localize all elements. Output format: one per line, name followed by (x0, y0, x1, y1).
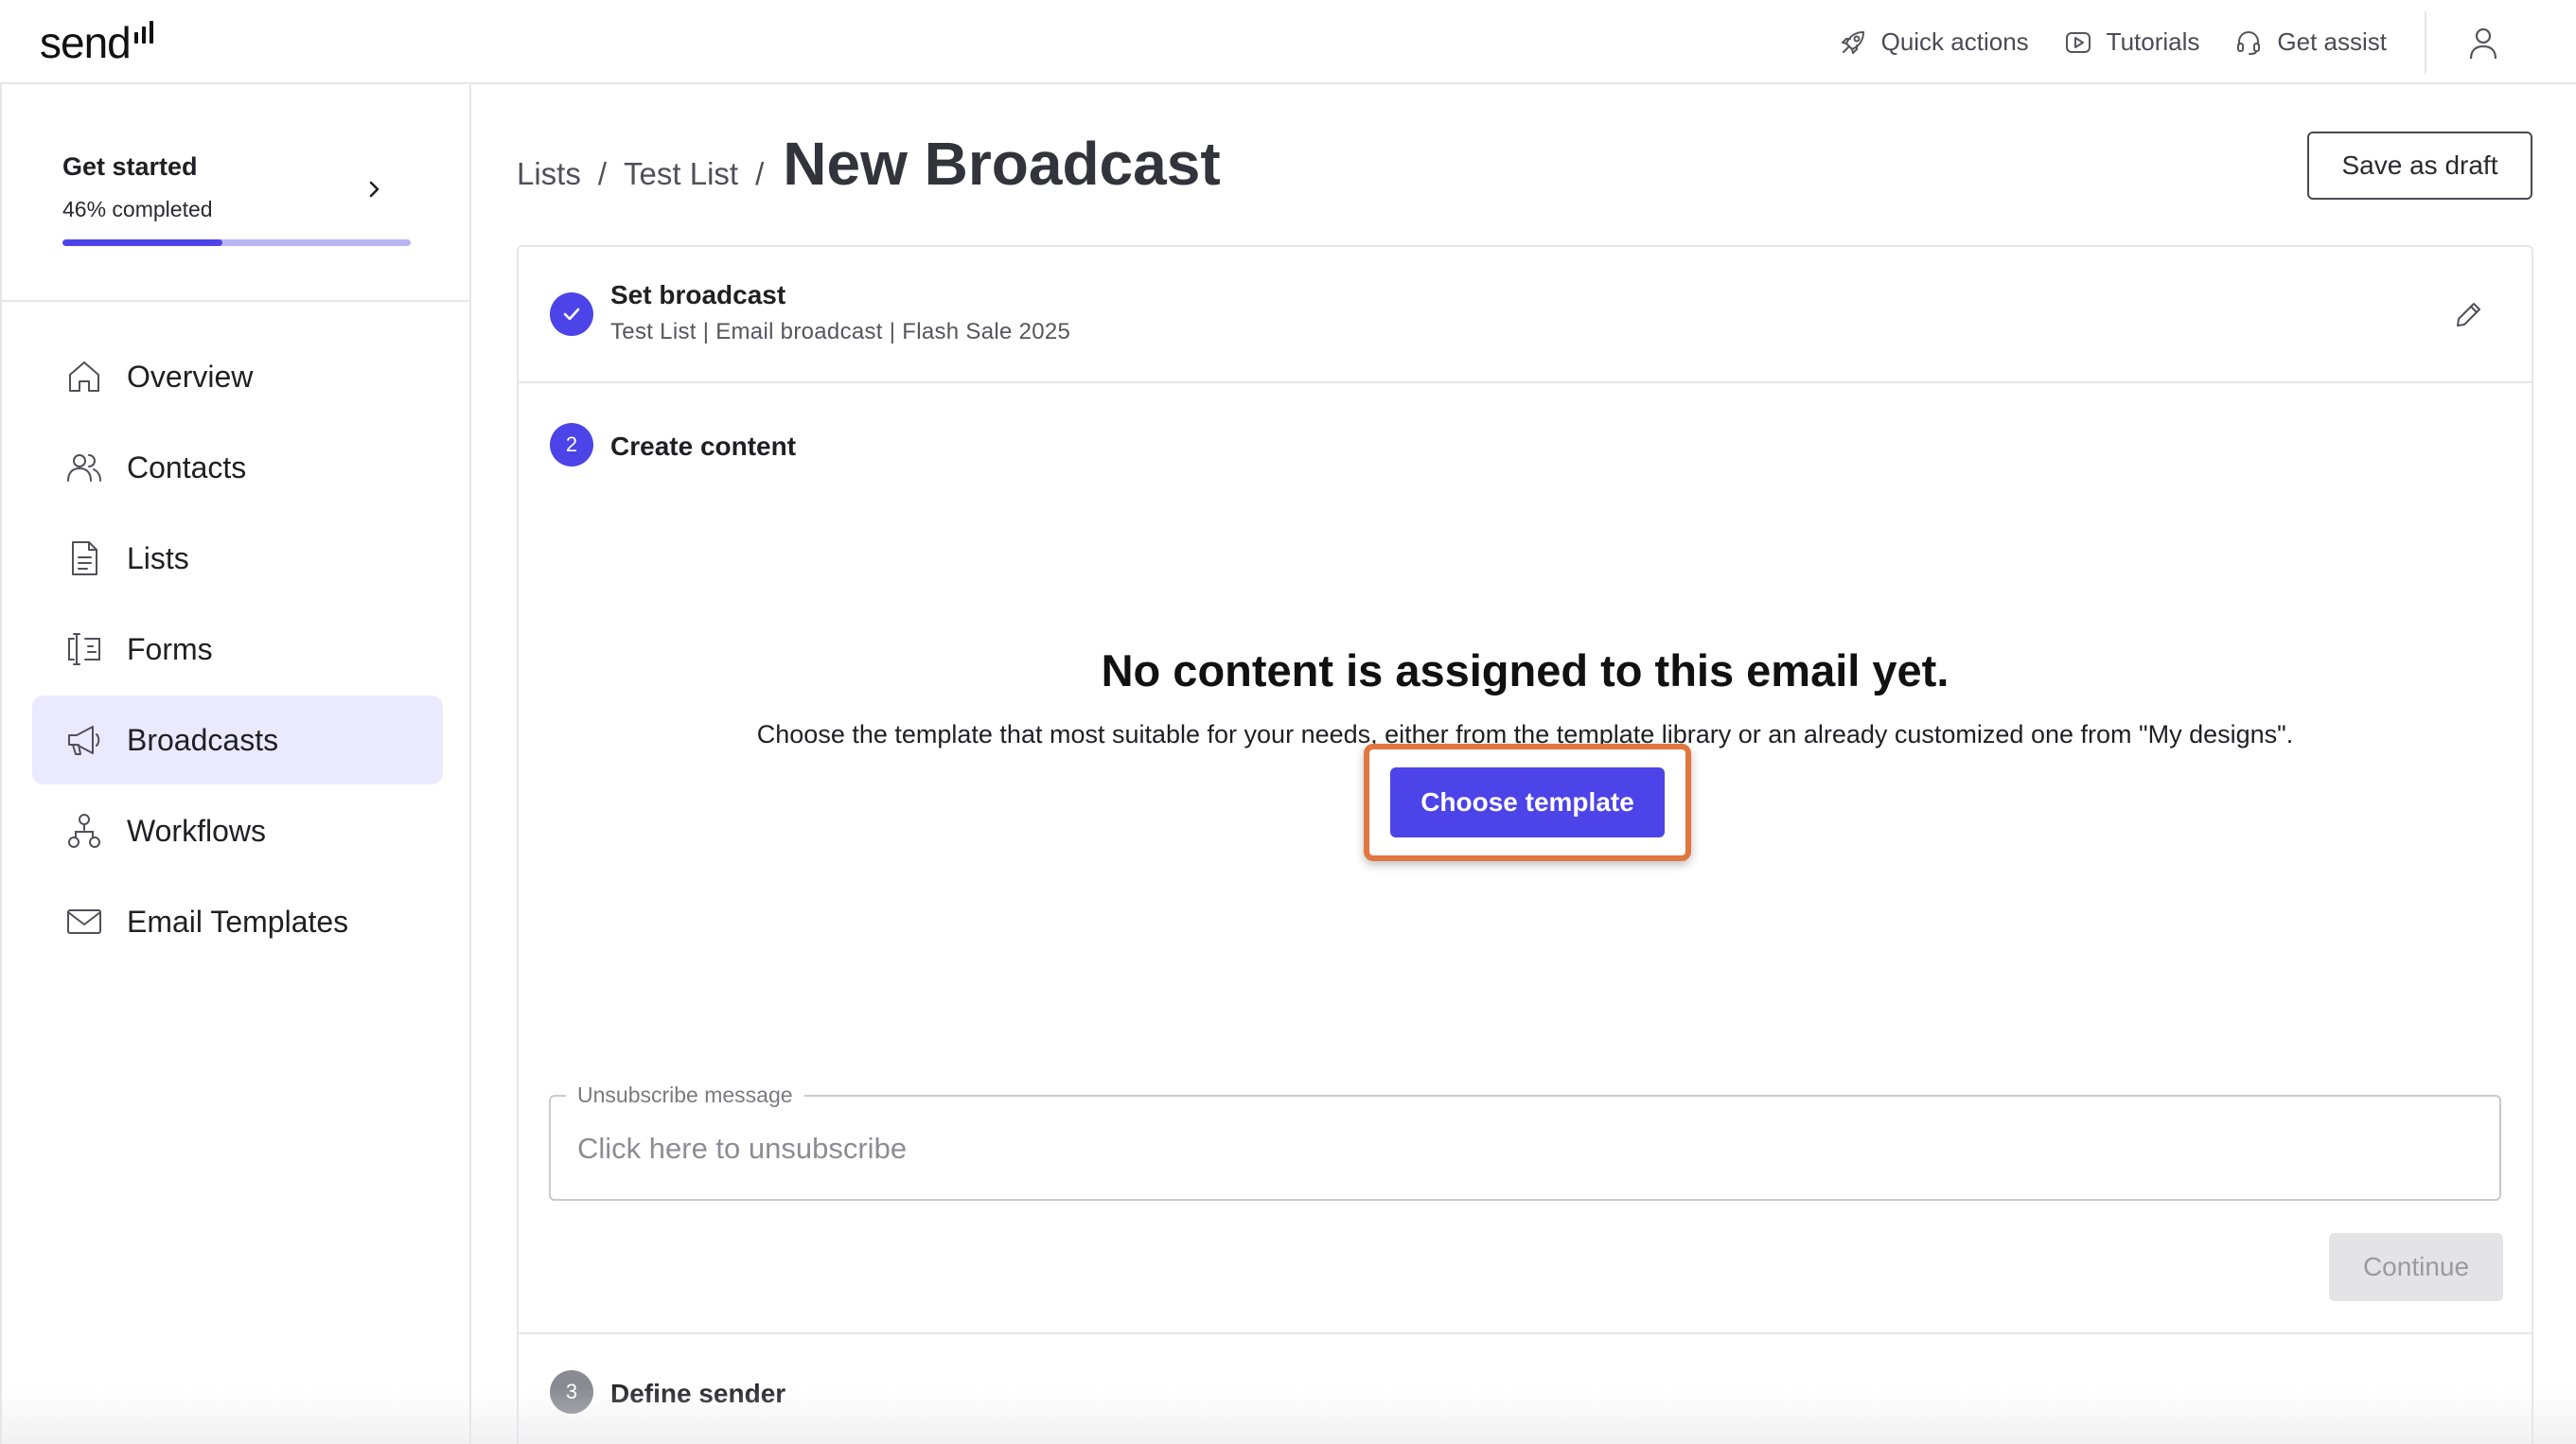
step-set-broadcast: Set broadcast Test List | Email broadcas… (517, 245, 2533, 383)
workflow-icon (68, 814, 100, 848)
step-title: Set broadcast (610, 280, 786, 309)
sidebar-item-label: Contacts (127, 449, 247, 484)
tutorials-button[interactable]: Tutorials (2063, 27, 2200, 58)
get-started-progress-bar (62, 239, 411, 246)
quick-actions-button[interactable]: Quick actions (1838, 27, 2029, 58)
tutorials-label: Tutorials (2106, 27, 2200, 56)
page-title: New Broadcast (783, 130, 1221, 198)
top-bar: send Quick actions Tutorials Get assist (0, 0, 2576, 84)
sidebar-item-contacts[interactable]: Contacts (32, 423, 443, 512)
continue-button[interactable]: Continue (2329, 1233, 2503, 1301)
breadcrumb-separator: / (597, 156, 608, 191)
chevron-right-icon (369, 181, 379, 198)
step-number-badge: 3 (550, 1370, 593, 1414)
headset-icon (2237, 30, 2261, 55)
progress-fill (62, 239, 223, 246)
get-assist-button[interactable]: Get assist (2233, 27, 2387, 58)
sidebar-item-overview[interactable]: Overview (32, 332, 443, 421)
quick-actions-label: Quick actions (1880, 27, 2029, 56)
sidebar-item-broadcasts[interactable]: Broadcasts (32, 696, 443, 784)
sidebar: Get started 46% completed Overview Conta… (0, 84, 471, 1444)
pencil-icon[interactable] (2451, 298, 2485, 332)
contacts-icon (67, 454, 101, 482)
choose-template-highlight: Choose template (1364, 744, 1691, 861)
play-icon (2065, 31, 2091, 53)
step-title: Create content (610, 431, 797, 461)
step-summary: Test List | Email broadcast | Flash Sale… (610, 319, 1071, 344)
form-icon (68, 633, 100, 665)
mail-icon (67, 909, 101, 934)
sidebar-item-label: Workflows (127, 813, 266, 848)
breadcrumb: Lists / Test List / New Broadcast (517, 129, 1221, 204)
step-completed-badge (550, 292, 593, 336)
breadcrumb-separator: / (755, 156, 765, 191)
empty-state-title: No content is assigned to this email yet… (1101, 645, 1950, 696)
megaphone-icon (68, 726, 100, 755)
sidebar-nav: Overview Contacts Lists Forms Broadcasts… (32, 332, 443, 968)
sidebar-item-label: Forms (127, 631, 213, 666)
rocket-icon (1841, 30, 1864, 54)
step-create-content: 2 Create content No content is assigned … (517, 383, 2533, 1334)
check-icon (563, 308, 580, 321)
sidebar-item-label: Overview (127, 359, 254, 394)
save-as-draft-button[interactable]: Save as draft (2307, 132, 2532, 200)
get-started-title: Get started (62, 152, 198, 181)
send-logo[interactable]: send (40, 17, 153, 64)
get-started-progress-text: 46% completed (62, 197, 213, 221)
breadcrumb-lists-link[interactable]: Lists (517, 156, 581, 192)
home-icon (69, 361, 99, 392)
sidebar-item-lists[interactable]: Lists (32, 514, 443, 603)
step-define-sender[interactable]: 3 Define sender (517, 1334, 2533, 1444)
logo-text: send (40, 18, 132, 67)
get-started-card[interactable]: Get started 46% completed (2, 84, 471, 302)
sidebar-item-forms[interactable]: Forms (32, 605, 443, 694)
sidebar-item-workflows[interactable]: Workflows (32, 786, 443, 875)
sidebar-item-label: Broadcasts (127, 722, 279, 757)
step-title: Define sender (610, 1379, 786, 1408)
top-divider (2425, 10, 2426, 74)
get-assist-label: Get assist (2277, 27, 2387, 56)
sidebar-item-email-templates[interactable]: Email Templates (32, 877, 443, 966)
sidebar-item-label: Email Templates (127, 904, 349, 939)
top-actions: Quick actions Tutorials Get assist (1838, 0, 2576, 84)
choose-template-button[interactable]: Choose template (1390, 767, 1665, 837)
unsubscribe-message-input[interactable] (577, 1116, 2451, 1182)
unsubscribe-message-label: Unsubscribe message (566, 1083, 804, 1108)
unsubscribe-message-field[interactable]: Unsubscribe message (549, 1083, 2501, 1201)
sidebar-item-label: Lists (127, 540, 189, 575)
step-number-badge: 2 (550, 423, 593, 467)
breadcrumb-test-list-link[interactable]: Test List (624, 156, 738, 192)
user-icon[interactable] (2464, 24, 2502, 62)
list-icon (72, 541, 97, 575)
logo-bars-icon (133, 21, 153, 44)
